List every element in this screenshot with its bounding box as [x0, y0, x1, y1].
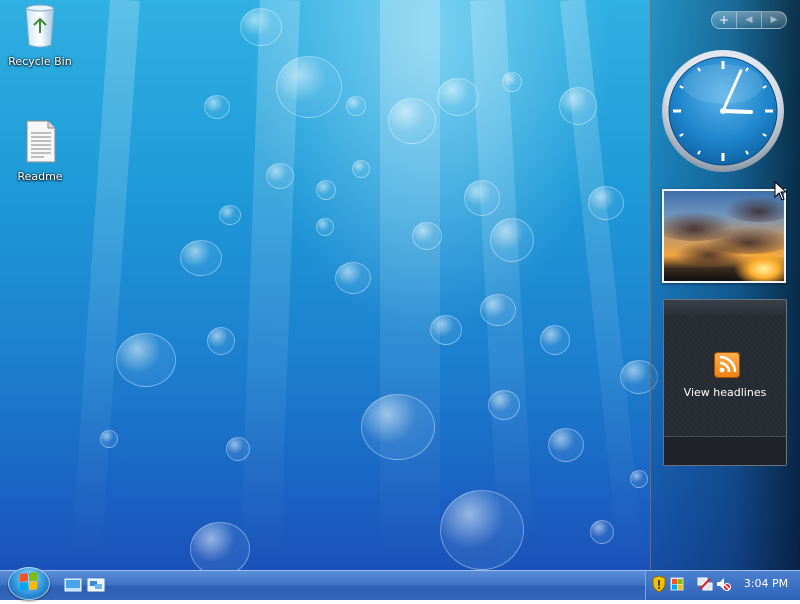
bubble — [226, 437, 250, 461]
clock-face — [662, 50, 784, 172]
taskbar-clock[interactable]: 3:04 PM — [740, 577, 792, 590]
slideshow-gadget[interactable] — [662, 189, 786, 283]
clock-hour-hand — [721, 109, 753, 114]
bubble — [559, 87, 597, 125]
mouse-cursor-icon — [774, 181, 788, 201]
network-icon — [697, 577, 713, 591]
bubble — [335, 262, 371, 294]
bubble — [204, 95, 230, 119]
bubble — [437, 78, 479, 116]
bubble — [346, 96, 366, 116]
light-ray — [70, 0, 140, 560]
feed-gadget-footer — [664, 436, 786, 465]
bubble — [352, 160, 370, 178]
bubble — [316, 218, 334, 236]
recycle-bin-icon — [25, 4, 55, 48]
view-headlines-link[interactable]: View headlines — [664, 386, 786, 399]
show-desktop-button[interactable] — [63, 575, 83, 595]
volume-button[interactable] — [715, 575, 731, 593]
bubble — [266, 163, 294, 189]
start-button[interactable] — [8, 567, 50, 600]
readme-label: Readme — [17, 170, 63, 183]
bubble — [240, 8, 282, 46]
next-gadget-page-button[interactable]: ▶ — [761, 12, 786, 28]
rss-icon — [714, 352, 740, 378]
bubble — [548, 428, 584, 462]
switch-windows-button[interactable] — [86, 575, 106, 595]
bubble — [590, 520, 614, 544]
show-desktop-icon — [64, 578, 82, 592]
bubble — [480, 294, 516, 326]
bubble — [100, 430, 118, 448]
feed-gadget-header — [664, 300, 786, 316]
bubble — [276, 56, 342, 118]
text-document-icon — [26, 120, 56, 163]
bubble — [116, 333, 176, 387]
security-alert-button[interactable] — [651, 575, 667, 593]
bubble — [361, 394, 435, 460]
windows-logo-icon — [20, 572, 37, 591]
feed-headlines-gadget[interactable]: View headlines — [663, 299, 787, 466]
add-gadget-button[interactable]: + — [712, 12, 736, 28]
recycle-bin-label: Recycle Bin — [8, 55, 72, 68]
bubble — [588, 186, 624, 220]
switch-windows-icon — [87, 578, 105, 592]
bubble — [540, 325, 570, 355]
bubble — [180, 240, 222, 276]
windows-flag-icon — [670, 577, 684, 591]
network-button[interactable] — [697, 575, 713, 593]
slideshow-cloud — [674, 241, 744, 265]
bubble — [630, 470, 648, 488]
readme-file[interactable]: Readme — [5, 118, 75, 183]
bubble — [488, 390, 520, 420]
bubble — [430, 315, 462, 345]
sidebar-controls: + ◀ ▶ — [711, 11, 787, 29]
security-shield-icon — [652, 575, 666, 593]
bubble — [412, 222, 442, 250]
bubble — [190, 522, 250, 576]
clock-gadget[interactable] — [660, 48, 786, 174]
bubble — [464, 180, 500, 216]
windows-update-button[interactable] — [669, 575, 685, 593]
previous-gadget-page-button[interactable]: ◀ — [736, 12, 761, 28]
bubble — [440, 490, 524, 570]
bubble — [219, 205, 241, 225]
bubble — [207, 327, 235, 355]
volume-muted-icon — [717, 578, 731, 591]
recycle-bin[interactable]: Recycle Bin — [5, 3, 75, 68]
bubble — [490, 218, 534, 262]
bubble — [316, 180, 336, 200]
bubble — [388, 98, 436, 144]
light-ray — [380, 0, 440, 560]
bubble — [502, 72, 522, 92]
